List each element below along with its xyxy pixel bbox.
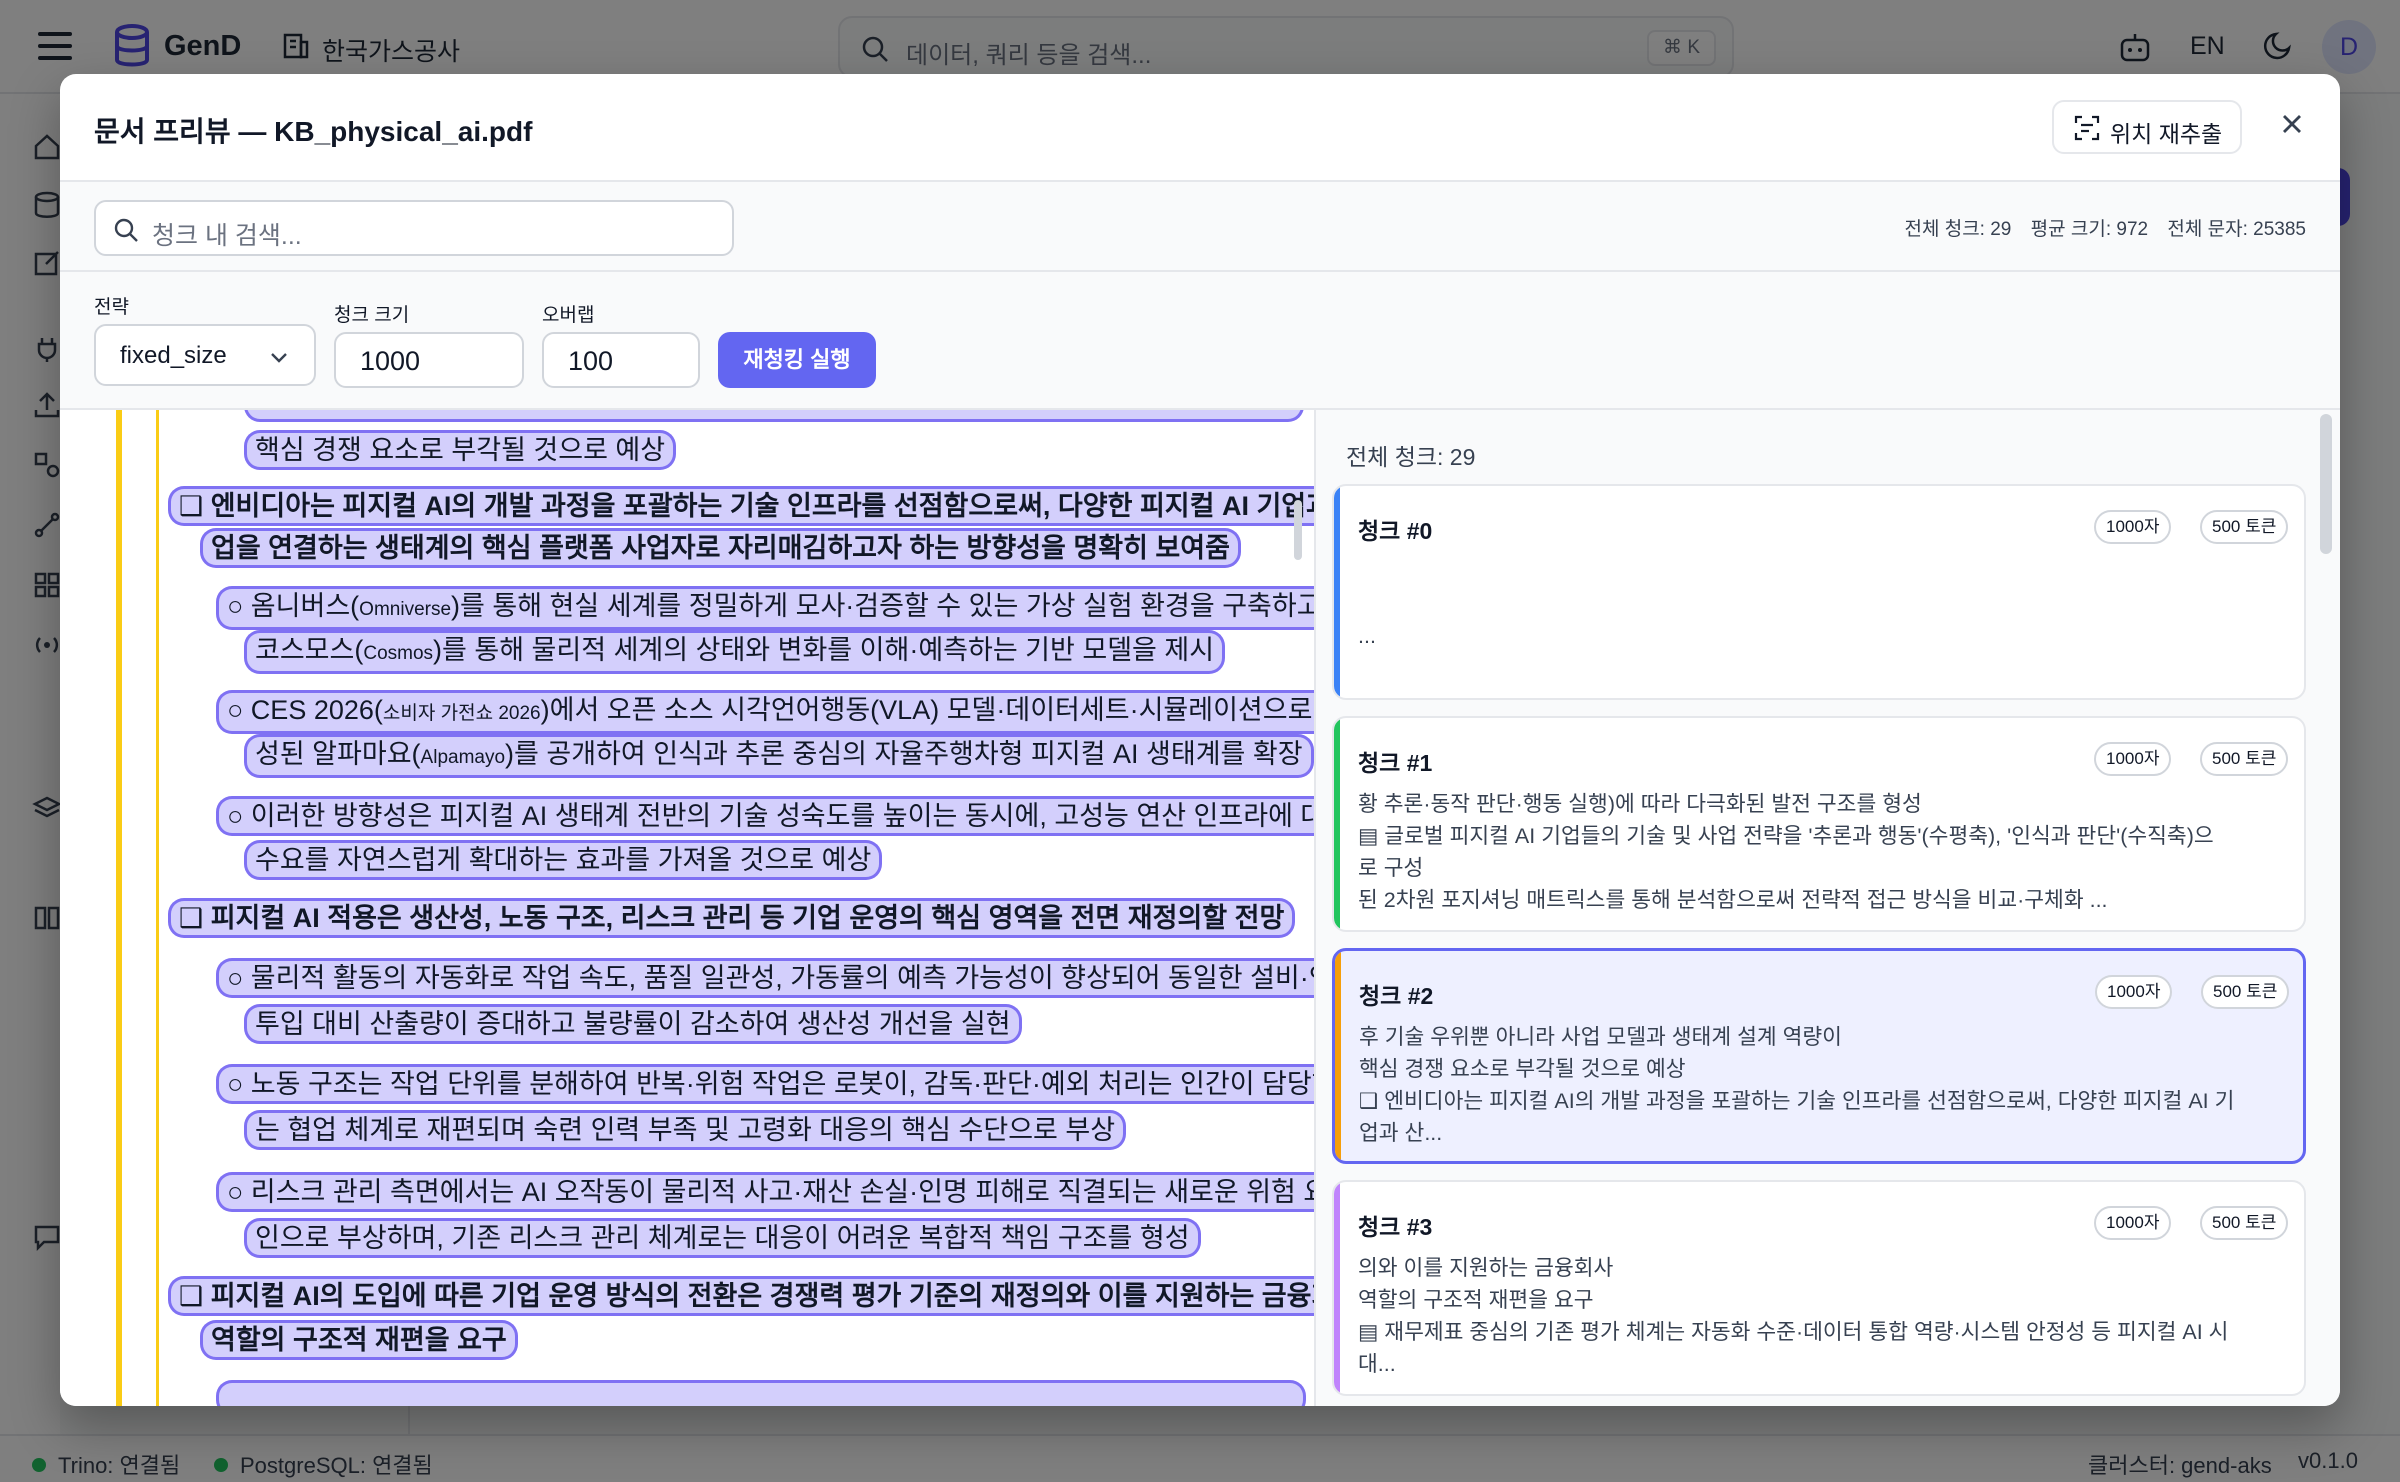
document-scrollbar[interactable]	[1294, 500, 1302, 560]
chunk-search-placeholder: 청크 내 검색...	[152, 222, 302, 250]
reextract-position-button[interactable]: 위치 재추출	[2052, 100, 2242, 154]
strategy-label: 전략	[94, 297, 129, 318]
chunk-size-label: 청크 크기	[334, 305, 410, 326]
doc-line-cutoff	[216, 1380, 1306, 1406]
doc-line: ○ 옴니버스(Omniverse)를 통해 현실 세계를 정밀하게 모사·검증할…	[216, 586, 1314, 630]
chunk-list-scrollbar[interactable]	[2320, 414, 2332, 554]
doc-line: 인으로 부상하며, 기존 리스크 관리 체계로는 대응이 어려운 복합적 책임 …	[244, 1218, 1201, 1258]
doc-line: ❑ 피지컬 AI 적용은 생산성, 노동 구조, 리스크 관리 등 기업 운영의…	[168, 898, 1296, 938]
doc-line: ○ 이러한 방향성은 피지컬 AI 생태계 전반의 기술 성숙도를 높이는 동시…	[216, 796, 1314, 836]
chunk-color-bar	[1335, 951, 1341, 1161]
chunk-preview-text: 후 기술 우위뿐 아니라 사업 모델과 생태계 설계 역량이 핵심 경쟁 요소로…	[1359, 1025, 2235, 1145]
modal-title: 문서 프리뷰 — KB_physical_ai.pdf	[94, 116, 533, 147]
doc-line: ○ CES 2026(소비자 가전쇼 2026)에서 오픈 소스 시각언어행동(…	[216, 690, 1314, 734]
doc-line: ❑ 피지컬 AI의 도입에 따른 기업 운영 방식의 전환은 경쟁력 평가 기준…	[168, 1276, 1314, 1316]
chunk-preview-text: 의와 이를 지원하는 금융회사 역할의 구조적 재편을 요구 ▤ 재무제표 중심…	[1358, 1256, 2229, 1376]
chunk-size-input[interactable]: 1000	[334, 332, 524, 388]
doc-line: ❑ 엔비디아는 피지컬 AI의 개발 과정을 포괄하는 기술 인프라를 선점함으…	[168, 486, 1314, 526]
doc-line: 투입 대비 산출량이 증대하고 불량률이 감소하여 생산성 개선을 실현	[244, 1004, 1022, 1044]
chunking-controls: 전략 fixed_size 청크 크기 1000 오버랩 100 재청킹 실행	[60, 272, 2340, 410]
doc-line: 성된 알파마요(Alpamayo)를 공개하여 인식과 추론 중심의 자율주행차…	[244, 734, 1314, 778]
doc-line-cutoff	[244, 410, 1304, 424]
chunk-chars-badge: 1000자	[2094, 510, 2172, 544]
chunk-boundary-bar	[116, 410, 122, 1406]
chunk-color-bar	[1334, 486, 1340, 698]
doc-line: 수요를 자연스럽게 확대하는 효과를 가져올 것으로 예상	[244, 840, 883, 880]
chunk-boundary-bar	[156, 410, 159, 1406]
doc-line: ○ 리스크 관리 측면에서는 AI 오작동이 물리적 사고·재산 손실·인명 피…	[216, 1172, 1314, 1212]
chunk-size-value: 1000	[360, 346, 421, 376]
chunk-search-input[interactable]: 청크 내 검색...	[94, 200, 734, 256]
chunk-card-selected[interactable]: 청크 #2 1000자 500 토큰 후 기술 우위뿐 아니라 사업 모델과 생…	[1332, 948, 2306, 1164]
doc-line: 역할의 구조적 재편을 요구	[200, 1320, 518, 1360]
search-icon	[114, 218, 138, 242]
chunk-chars-badge: 1000자	[2094, 742, 2172, 776]
doc-line: 핵심 경쟁 요소로 부각될 것으로 예상	[244, 430, 677, 470]
doc-line: 업을 연결하는 생태계의 핵심 플랫폼 사업자로 자리매김하고자 하는 방향성을…	[200, 528, 1241, 568]
chunk-color-bar	[1334, 1182, 1340, 1394]
chunk-title: 청크 #1	[1358, 750, 1433, 776]
doc-line: ○ 물리적 활동의 자동화로 작업 속도, 품질 일관성, 가동률의 예측 가능…	[216, 958, 1314, 998]
stat-avg-size: 평균 크기: 972	[2030, 219, 2149, 240]
overlap-label: 오버랩	[542, 305, 595, 326]
document-preview-modal: 문서 프리뷰 — KB_physical_ai.pdf 위치 재추출 청크 내 …	[60, 74, 2340, 1406]
strategy-select[interactable]: fixed_size	[94, 324, 316, 386]
document-preview-pane[interactable]: 핵심 경쟁 요소로 부각될 것으로 예상 ❑ 엔비디아는 피지컬 AI의 개발 …	[60, 410, 1314, 1406]
doc-line: 는 협업 체계로 재편되며 숙련 인력 부족 및 고령화 대응의 핵심 수단으로…	[244, 1110, 1127, 1150]
chunk-tokens-badge: 500 토큰	[2200, 510, 2289, 544]
doc-line: 코스모스(Cosmos)를 통해 물리적 세계의 상태와 변화를 이해·예측하는…	[244, 630, 1226, 674]
doc-line: ○ 노동 구조는 작업 단위를 분해하여 반복·위험 작업은 로봇이, 감독·판…	[216, 1064, 1314, 1104]
chunk-card[interactable]: 청크 #3 1000자 500 토큰 의와 이를 지원하는 금융회사 역할의 구…	[1332, 1180, 2306, 1396]
close-icon[interactable]	[2272, 104, 2312, 144]
chunk-preview-text: ...	[1358, 624, 1376, 648]
chevron-down-icon	[271, 353, 287, 363]
search-toolbar: 청크 내 검색... 전체 청크: 29 평균 크기: 972 전체 문자: 2…	[60, 182, 2340, 272]
chunk-stats: 전체 청크: 29 평균 크기: 972 전체 문자: 25385	[1890, 214, 2306, 241]
modal-header: 문서 프리뷰 — KB_physical_ai.pdf 위치 재추출	[60, 74, 2340, 182]
chunk-tokens-badge: 500 토큰	[2200, 742, 2289, 776]
rechunk-button[interactable]: 재청킹 실행	[718, 332, 876, 388]
chunk-total-label: 전체 청크: 29	[1346, 444, 1476, 470]
overlap-input[interactable]: 100	[542, 332, 700, 388]
strategy-value: fixed_size	[120, 342, 227, 369]
chunk-preview-text: 황 추론·동작 판단·행동 실행)에 따라 다극화된 발전 구조를 형성 ▤ 글…	[1358, 792, 2214, 912]
stat-total-chunks: 전체 청크: 29	[1904, 219, 2012, 240]
reextract-label: 위치 재추출	[2110, 121, 2223, 147]
chunk-list-pane[interactable]: 전체 청크: 29 청크 #0 1000자 500 토큰 ... 청크 #1 1…	[1314, 410, 2340, 1406]
chunk-chars-badge: 1000자	[2094, 1206, 2172, 1240]
chunk-card[interactable]: 청크 #0 1000자 500 토큰 ...	[1332, 484, 2306, 700]
chunk-color-bar	[1334, 718, 1340, 930]
chunk-title: 청크 #0	[1358, 518, 1433, 544]
chunk-chars-badge: 1000자	[2095, 975, 2173, 1009]
chunk-title: 청크 #2	[1359, 983, 1434, 1009]
stat-total-chars: 전체 문자: 25385	[2167, 219, 2306, 240]
overlap-value: 100	[568, 346, 614, 376]
chunk-title: 청크 #3	[1358, 1214, 1433, 1240]
scan-text-icon	[2074, 115, 2100, 141]
chunk-card[interactable]: 청크 #1 1000자 500 토큰 황 추론·동작 판단·행동 실행)에 따라…	[1332, 716, 2306, 932]
chunk-tokens-badge: 500 토큰	[2200, 1206, 2289, 1240]
chunk-tokens-badge: 500 토큰	[2201, 975, 2290, 1009]
